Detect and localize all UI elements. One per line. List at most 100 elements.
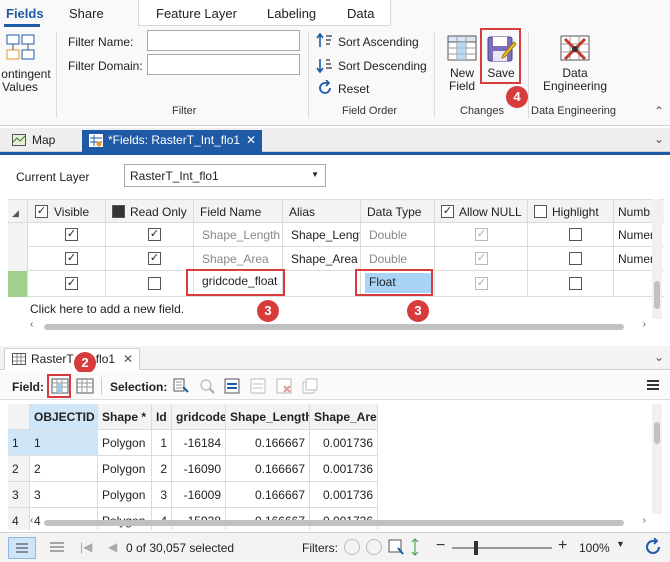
close-icon[interactable]: ✕ [246, 133, 256, 147]
visible-checkbox[interactable]: ✓ [65, 252, 78, 265]
header-number-format[interactable]: Numb [614, 200, 654, 224]
range-filter-icon[interactable] [366, 539, 382, 555]
calculate-field-icon[interactable] [76, 377, 94, 395]
field-row-new[interactable]: ✓ gridcode_float Float ✓ [8, 271, 664, 297]
row-selector[interactable] [8, 247, 28, 271]
switch-selection-icon[interactable] [224, 378, 240, 394]
cell-shape-length[interactable]: 0.166667 [226, 456, 310, 482]
highlight-cell[interactable] [528, 271, 614, 297]
cell-gridcode[interactable]: -16009 [172, 482, 226, 508]
allow-null-cell[interactable]: ✓ [435, 223, 528, 247]
visible-all-checkbox[interactable]: ✓ [35, 205, 48, 218]
refresh-icon[interactable] [644, 538, 662, 556]
new-field-icon[interactable] [446, 33, 478, 65]
alias-cell[interactable]: Shape_Length [283, 223, 361, 247]
header-read-only[interactable]: Read Only [106, 200, 194, 224]
highlight-all-checkbox[interactable] [534, 205, 547, 218]
col-header-objectid[interactable]: OBJECTID * [30, 404, 98, 430]
cell-objectid[interactable]: 1 [30, 430, 98, 456]
add-new-field-hint[interactable]: Click here to add a new field. [30, 302, 184, 316]
extent-filter-icon[interactable] [388, 539, 404, 555]
tab-share[interactable]: Share [69, 6, 104, 21]
time-filter-icon[interactable] [344, 539, 360, 555]
col-header-shape-length[interactable]: Shape_Length [226, 404, 310, 430]
read-only-all-checkbox[interactable] [112, 205, 125, 218]
row-number[interactable]: 1 [8, 430, 30, 456]
alias-cell[interactable] [283, 271, 361, 297]
show-selected-records-icon[interactable] [48, 539, 66, 555]
first-record-icon[interactable]: |◀ [80, 540, 92, 554]
header-alias[interactable]: Alias [283, 200, 361, 224]
header-visible[interactable]: ✓ Visible [28, 200, 106, 224]
visible-checkbox[interactable]: ✓ [65, 228, 78, 241]
read-only-cell[interactable]: ✓ [106, 223, 194, 247]
cell-shape-area[interactable]: 0.001736 [310, 482, 378, 508]
scroll-thumb[interactable] [654, 422, 660, 444]
sort-ascending-button[interactable]: Sort Ascending [338, 35, 419, 49]
number-format-cell[interactable]: Numer [614, 247, 654, 271]
cell-shape[interactable]: Polygon [98, 430, 152, 456]
cell-objectid[interactable]: 3 [30, 482, 98, 508]
cell-gridcode[interactable]: -16090 [172, 456, 226, 482]
cell-objectid[interactable]: 2 [30, 456, 98, 482]
sort-descending-button[interactable]: Sort Descending [338, 59, 427, 73]
delete-selection-icon[interactable] [276, 378, 292, 394]
field-name-cell[interactable]: Shape_Length [194, 223, 283, 247]
new-field-label-2[interactable]: Field [442, 80, 482, 93]
cell-id[interactable]: 1 [152, 430, 172, 456]
scroll-right-icon[interactable]: › [643, 515, 646, 526]
allow-null-cell[interactable]: ✓ [435, 271, 528, 297]
fields-horizontal-scrollbar[interactable]: ‹ › [30, 319, 646, 332]
header-data-type[interactable]: Data Type [361, 200, 435, 224]
zoom-level-dropdown-icon[interactable]: ▼ [616, 539, 625, 549]
cell-shape-area[interactable]: 0.001736 [310, 430, 378, 456]
sync-arrows-icon[interactable] [410, 538, 420, 556]
header-field-name[interactable]: Field Name [194, 200, 283, 224]
visible-cell[interactable]: ✓ [28, 271, 106, 297]
cell-gridcode[interactable]: -16184 [172, 430, 226, 456]
filter-name-input[interactable] [147, 30, 300, 51]
fields-vertical-scrollbar[interactable] [652, 199, 662, 319]
cell-shape[interactable]: Polygon [98, 456, 152, 482]
reset-icon[interactable] [317, 80, 333, 96]
field-name-cell[interactable]: Shape_Area [194, 247, 283, 271]
scroll-thumb[interactable] [654, 281, 660, 309]
table-horizontal-scrollbar[interactable]: ‹ › [30, 515, 646, 528]
scroll-left-icon[interactable]: ‹ [30, 515, 33, 526]
cell-shape[interactable]: Polygon [98, 482, 152, 508]
pane-menu-chevron-icon[interactable]: ⌄ [654, 132, 664, 146]
tab-table-view[interactable]: RasterT flo1 ✕ [4, 348, 140, 370]
contingent-values-icon[interactable] [4, 32, 36, 64]
row-number[interactable]: 2 [8, 456, 30, 482]
previous-record-icon[interactable]: ◀ [108, 540, 117, 554]
read-only-checkbox[interactable] [148, 277, 161, 290]
header-highlight[interactable]: Highlight [528, 200, 614, 224]
header-allow-null[interactable]: ✓ Allow NULL [435, 200, 528, 224]
reset-button[interactable]: Reset [338, 82, 369, 96]
select-by-attributes-icon[interactable] [173, 378, 189, 394]
table-vertical-scrollbar[interactable] [652, 404, 662, 514]
tab-fields-view[interactable]: *Fields: RasterT_Int_flo1 ✕ [82, 130, 262, 152]
clear-selection-icon[interactable] [250, 378, 266, 394]
row-selector[interactable] [8, 223, 28, 247]
zoom-slider[interactable] [452, 541, 552, 555]
visible-checkbox[interactable]: ✓ [65, 277, 78, 290]
col-header-shape-area[interactable]: Shape_Area [310, 404, 378, 430]
read-only-checkbox[interactable]: ✓ [148, 252, 161, 265]
ribbon-collapse-icon[interactable]: ⌃ [654, 104, 664, 118]
tab-labeling[interactable]: Labeling [267, 6, 316, 21]
col-header-gridcode[interactable]: gridcode [172, 404, 226, 430]
zoom-in-icon[interactable]: + [558, 537, 567, 555]
read-only-cell[interactable] [106, 271, 194, 297]
scroll-thumb[interactable] [44, 324, 624, 330]
close-icon[interactable]: ✕ [123, 352, 133, 366]
cell-shape-length[interactable]: 0.166667 [226, 430, 310, 456]
cell-id[interactable]: 2 [152, 456, 172, 482]
field-row[interactable]: ✓ ✓ Shape_Length Shape_Length Double ✓ N… [8, 223, 664, 247]
tab-map[interactable]: Map [4, 130, 61, 152]
highlight-checkbox[interactable] [569, 277, 582, 290]
current-layer-dropdown[interactable]: RasterT_Int_flo1 ▼ [124, 164, 326, 187]
zoom-to-selection-icon[interactable] [199, 378, 215, 394]
col-header-shape[interactable]: Shape * [98, 404, 152, 430]
data-type-cell[interactable]: Double [361, 223, 435, 247]
